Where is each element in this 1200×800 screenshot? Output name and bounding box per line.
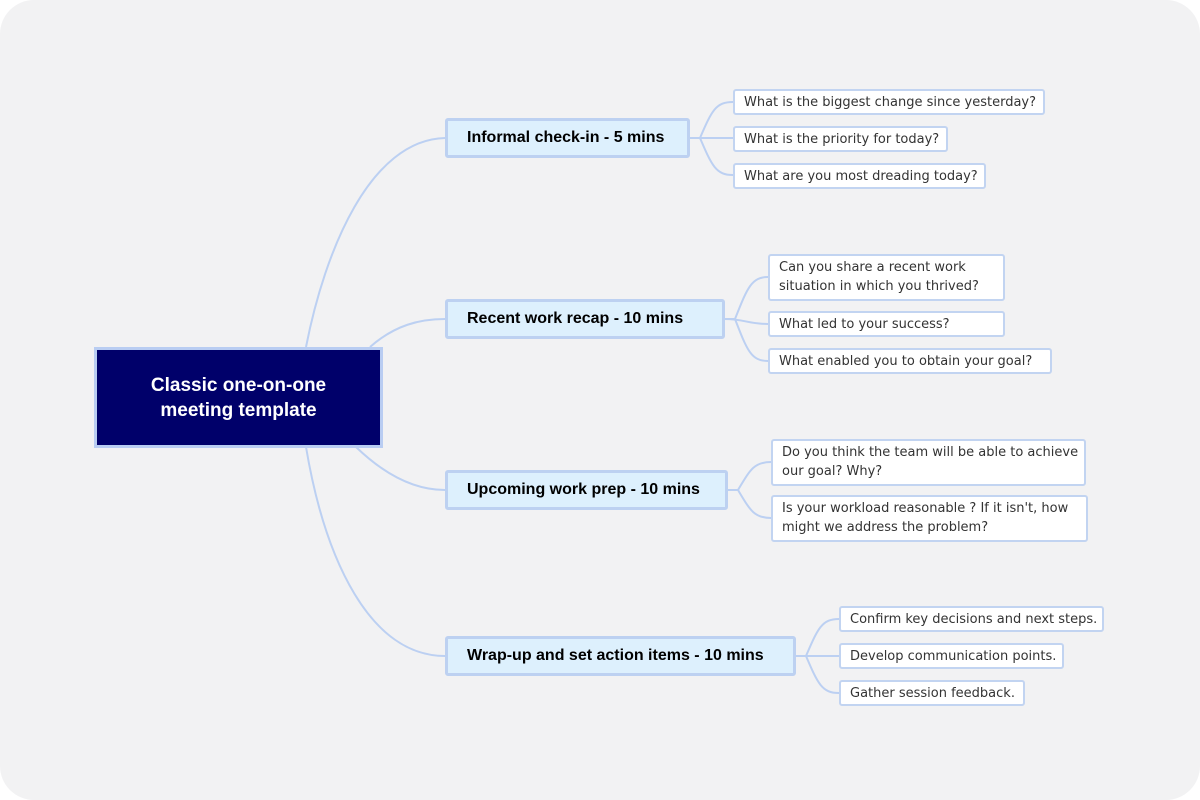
subtopic-label-line-1: Is your workload reasonable ? If it isn'… bbox=[782, 501, 1069, 516]
subtopic[interactable]: Gather session feedback. bbox=[839, 680, 1025, 706]
branch-label: Wrap-up and set action items - 10 mins bbox=[467, 647, 764, 664]
subtopic[interactable]: Is your workload reasonable ? If it isn'… bbox=[771, 495, 1088, 542]
subtopic[interactable]: Do you think the team will be able to ac… bbox=[771, 439, 1086, 486]
subtopic-label: What are you most dreading today? bbox=[744, 169, 978, 184]
connector-branch-2-leaf-1 bbox=[724, 276, 769, 320]
branch-label: Recent work recap - 10 mins bbox=[467, 310, 684, 327]
mind-map-canvas: Classic one-on-one meeting template Info… bbox=[0, 0, 1200, 800]
subtopic[interactable]: What led to your success? bbox=[768, 311, 1005, 337]
subtopic[interactable]: What is the biggest change since yesterd… bbox=[733, 89, 1045, 115]
subtopic-label-line-1: Do you think the team will be able to ac… bbox=[782, 445, 1079, 460]
subtopic[interactable]: What enabled you to obtain your goal? bbox=[768, 348, 1052, 374]
central-topic-label: Classic one-on-one meeting template bbox=[150, 374, 327, 421]
branch-upcoming-work-prep[interactable]: Upcoming work prep - 10 mins bbox=[445, 470, 728, 510]
subtopic[interactable]: Develop communication points. bbox=[839, 643, 1064, 669]
subtopic-label: What is the priority for today? bbox=[744, 132, 940, 147]
connector-branch-1-leaf-1 bbox=[689, 101, 734, 139]
subtopic-label-line-2: might we address the problem? bbox=[782, 520, 989, 535]
central-topic[interactable]: Classic one-on-one meeting template bbox=[94, 347, 383, 448]
branch-informal-check-in[interactable]: Informal check-in - 5 mins bbox=[445, 118, 690, 158]
connector-branch-4-leaf-1 bbox=[795, 618, 840, 657]
subtopic[interactable]: What is the priority for today? bbox=[733, 126, 948, 152]
branch-wrap-up[interactable]: Wrap-up and set action items - 10 mins bbox=[445, 636, 796, 676]
branch-recent-work-recap[interactable]: Recent work recap - 10 mins bbox=[445, 299, 725, 339]
subtopic-label: Confirm key decisions and next steps. bbox=[850, 612, 1098, 627]
subtopic-label: What led to your success? bbox=[779, 317, 950, 332]
connector-branch-4-leaf-3 bbox=[795, 655, 840, 694]
connector-branch-2-leaf-3 bbox=[724, 318, 769, 362]
subtopic-label: Gather session feedback. bbox=[850, 686, 1015, 701]
connector-central-branch-2 bbox=[369, 318, 446, 348]
subtopic-label-line-2: our goal? Why? bbox=[782, 464, 883, 479]
subtopic-label: Develop communication points. bbox=[850, 649, 1057, 664]
connector-central-branch-1 bbox=[305, 137, 446, 348]
branch-label: Upcoming work prep - 10 mins bbox=[467, 481, 700, 498]
subtopic[interactable]: Can you share a recent work situation in… bbox=[768, 254, 1005, 301]
subtopic[interactable]: Confirm key decisions and next steps. bbox=[839, 606, 1104, 632]
connector-central-branch-3 bbox=[355, 446, 446, 491]
subtopic-label-line-2: situation in which you thrived? bbox=[779, 279, 979, 294]
subtopic[interactable]: What are you most dreading today? bbox=[733, 163, 986, 189]
subtopic-label-line-1: Can you share a recent work bbox=[779, 260, 966, 275]
connector-branch-3-leaf-1 bbox=[727, 461, 772, 491]
connector-branch-1-leaf-3 bbox=[689, 137, 734, 176]
subtopic-label: What is the biggest change since yesterd… bbox=[744, 95, 1037, 110]
subtopic-label: What enabled you to obtain your goal? bbox=[779, 354, 1033, 369]
connector-central-branch-4 bbox=[305, 446, 446, 657]
connector-branch-3-leaf-2 bbox=[727, 489, 772, 519]
branch-label: Informal check-in - 5 mins bbox=[467, 129, 665, 146]
